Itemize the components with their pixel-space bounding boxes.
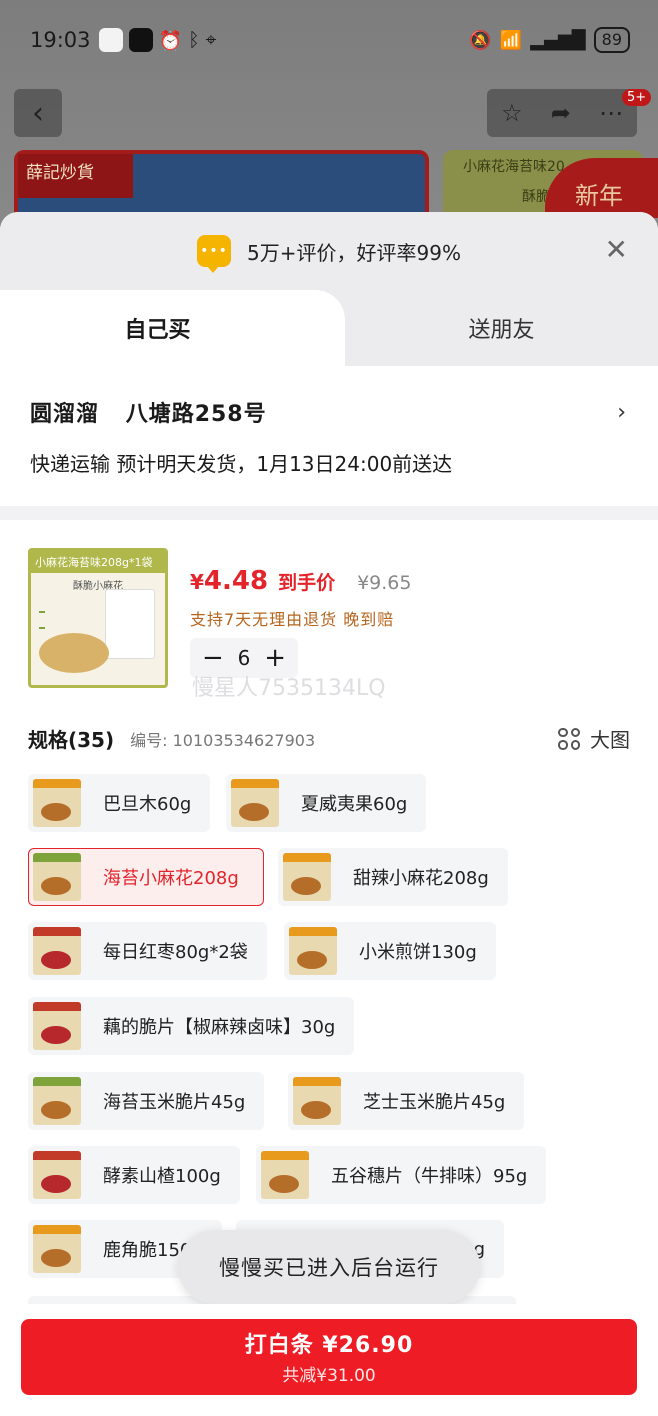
product-bag-graphic <box>105 589 155 659</box>
sku-label: 甜辣小麻花208g <box>353 868 489 889</box>
message-badge: 5+ <box>622 89 652 106</box>
image-tag <box>39 611 45 613</box>
alarm-icon: ⏰ <box>158 29 183 52</box>
watermark: 慢星人7535134LQ <box>192 676 386 701</box>
sku-thumbnail <box>33 927 81 975</box>
back-button[interactable]: ‹ <box>14 89 62 137</box>
sku-option[interactable]: 海苔玉米脆片45g <box>28 1072 265 1130</box>
app-notification-icon <box>98 28 123 52</box>
sku-thumbnail <box>33 779 81 827</box>
price-symbol: ¥ <box>190 570 204 594</box>
recipient-name: 圆溜溜 <box>30 402 100 427</box>
chevron-left-icon: ‹ <box>32 95 44 131</box>
footer-bar: 打白条 ¥26.90 共减¥31.00 <box>0 1304 658 1416</box>
sku-thumbnail <box>261 1151 309 1199</box>
mute-icon: 🔕 <box>469 29 492 51</box>
sku-label: 酵素山楂100g <box>103 1166 221 1187</box>
sku-option[interactable]: 酵素山楂100g <box>28 1146 240 1204</box>
sku-thumbnail <box>293 1077 341 1125</box>
review-summary: 5万+评价，好评率99% <box>247 240 461 265</box>
wifi-icon: 📶 <box>499 29 523 51</box>
sku-label: 五谷穗片（牛排味）95g <box>331 1166 528 1187</box>
snack-pile-graphic <box>39 633 109 673</box>
address-section[interactable]: 圆溜溜 八塘路258号 快递运输 预计明天发货，1月13日24:00前送达 › <box>0 366 658 506</box>
discount-label: 共减¥31.00 <box>282 1366 376 1386</box>
star-icon[interactable]: ☆ <box>501 99 523 127</box>
sku-label: 藕的脆片【椒麻辣卤味】30g <box>103 1017 336 1038</box>
product-code: 编号: 10103534627903 <box>130 730 316 750</box>
toast-message: 慢慢买已进入后台运行 <box>178 1230 480 1304</box>
product-image-band: 小麻花海苔味208g*1袋 <box>31 551 165 573</box>
close-icon[interactable]: ✕ <box>605 236 628 264</box>
price-label: 到手价 <box>278 572 336 594</box>
pay-button[interactable]: 打白条 ¥26.90 共减¥31.00 <box>21 1319 637 1395</box>
location-icon: ⌖ <box>205 29 217 51</box>
sku-label: 夏威夷果60g <box>301 794 408 815</box>
pay-label: 打白条 ¥26.90 <box>244 1333 414 1358</box>
address-title: 圆溜溜 八塘路258号 <box>30 396 628 428</box>
sku-thumbnail <box>33 1002 81 1050</box>
tab-self-buy[interactable]: 自己买 <box>0 290 345 366</box>
sku-thumbnail <box>289 927 337 975</box>
sku-label: 海苔玉米脆片45g <box>103 1092 246 1113</box>
sku-label: 小米煎饼130g <box>359 942 477 963</box>
sku-option-selected[interactable]: 海苔小麻花208g <box>28 848 264 906</box>
spec-header: 规格(35) 编号: 10103534627903 大图 <box>28 724 630 753</box>
sku-thumbnail <box>33 1225 81 1273</box>
sheet-header: ••• 5万+评价，好评率99% ✕ <box>0 212 658 290</box>
delivery-info: 快递运输 预计明天发货，1月13日24:00前送达 <box>30 452 453 476</box>
tab-send-friend[interactable]: 送朋友 <box>345 290 658 366</box>
brand-banner: 薛記炒貨 <box>14 150 429 220</box>
sku-thumbnail <box>33 1077 81 1125</box>
sku-thumbnail <box>33 1151 81 1199</box>
sku-label: 海苔小麻花208g <box>103 868 239 889</box>
section-divider <box>0 506 658 520</box>
sku-option[interactable]: 每日红枣80g*2袋 <box>28 922 267 980</box>
spec-title: 规格(35) <box>28 728 115 752</box>
image-tag <box>39 627 45 629</box>
sku-label: 芝士玉米脆片45g <box>363 1092 506 1113</box>
sku-label: 巴旦木60g <box>103 794 192 815</box>
status-bar: 19:03 ⏰ ᛒ ⌖ 🔕 📶 ▂▄▆█ 89 <box>0 22 658 58</box>
sku-thumbnail <box>33 853 81 901</box>
qq-notification-icon <box>128 28 153 52</box>
grid-icon <box>558 727 580 750</box>
original-price: ¥9.65 <box>357 572 412 594</box>
minus-button[interactable]: − <box>202 643 224 673</box>
sku-option[interactable]: 五谷穗片（牛排味）95g <box>256 1146 547 1204</box>
sku-option[interactable]: 藕的脆片【椒麻辣卤味】30g <box>28 997 355 1055</box>
final-price: 4.48 <box>203 566 269 596</box>
service-promise: 支持7天无理由退货 晚到赔 <box>190 610 395 629</box>
brand-logo: 薛記炒貨 <box>18 154 133 198</box>
sku-option[interactable]: 芝士玉米脆片45g <box>288 1072 525 1130</box>
status-time: 19:03 <box>30 28 91 52</box>
more-icon[interactable]: ⋯ <box>599 99 623 127</box>
sku-label: 每日红枣80g*2袋 <box>103 942 248 963</box>
quantity-value[interactable]: 6 <box>238 646 251 670</box>
street-address: 八塘路258号 <box>125 402 267 427</box>
purchase-tabs: 自己买 送朋友 <box>0 290 658 366</box>
sku-option[interactable]: 夏威夷果60g <box>226 774 427 832</box>
price-row: ¥ 4.48 到手价 ¥9.65 <box>190 566 412 596</box>
big-picture-button[interactable]: 大图 <box>558 724 630 753</box>
sku-thumbnail <box>231 779 279 827</box>
big-picture-label: 大图 <box>590 728 630 752</box>
review-chat-icon: ••• <box>197 235 232 273</box>
sku-option[interactable]: 小米煎饼130g <box>284 922 496 980</box>
plus-button[interactable]: + <box>264 643 286 673</box>
top-actions: ☆ ➦ ⋯ <box>487 89 637 137</box>
chevron-right-icon[interactable]: › <box>617 400 626 425</box>
sku-option[interactable]: 巴旦木60g <box>28 774 211 832</box>
share-icon[interactable]: ➦ <box>551 99 571 127</box>
product-image[interactable]: 小麻花海苔味208g*1袋 酥脆小麻花 <box>28 548 168 688</box>
sku-thumbnail <box>283 853 331 901</box>
sku-option[interactable]: 甜辣小麻花208g <box>278 848 508 906</box>
battery-indicator: 89 <box>593 27 630 53</box>
signal-icon: ▂▄▆█ <box>530 29 586 51</box>
bluetooth-icon: ᛒ <box>188 29 200 51</box>
